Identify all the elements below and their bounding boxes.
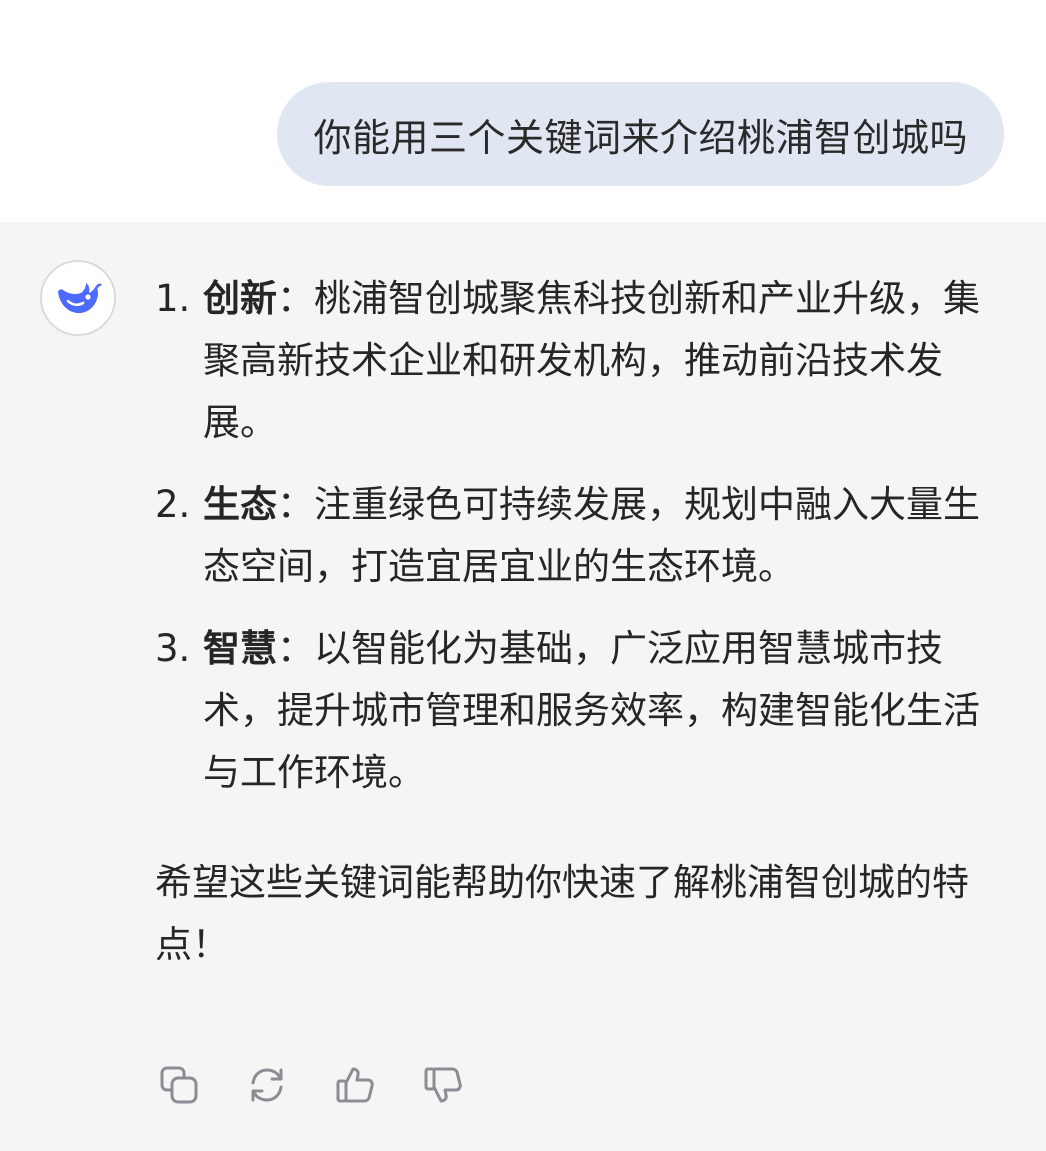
list-item-title: 生态 xyxy=(203,483,277,526)
user-message-bubble: 你能用三个关键词来介绍桃浦智创城吗 xyxy=(277,82,1004,186)
list-item-title: 智慧 xyxy=(203,627,277,670)
thumbs-down-button[interactable] xyxy=(422,1064,464,1106)
thumbs-down-icon xyxy=(424,1067,462,1103)
message-actions xyxy=(158,1064,464,1106)
list-item: 1. 创新：桃浦智创城聚焦科技创新和产业升级，集聚高新技术企业和研发机构，推动前… xyxy=(155,268,995,454)
list-item-number: 2. xyxy=(155,483,191,526)
list-item-body: 桃浦智创城聚焦科技创新和产业升级，集聚高新技术企业和研发机构，推动前沿技术发展。 xyxy=(203,277,980,444)
list-item-number: 3. xyxy=(155,627,191,670)
assistant-answer: 1. 创新：桃浦智创城聚焦科技创新和产业升级，集聚高新技术企业和研发机构，推动前… xyxy=(155,268,995,976)
assistant-message-area: 1. 创新：桃浦智创城聚焦科技创新和产业升级，集聚高新技术企业和研发机构，推动前… xyxy=(0,222,1046,1151)
regenerate-button[interactable] xyxy=(246,1064,288,1106)
assistant-avatar xyxy=(40,260,116,336)
copy-button[interactable] xyxy=(158,1064,200,1106)
list-item-separator: ： xyxy=(277,627,314,670)
list-item-title: 创新 xyxy=(203,277,277,320)
copy-icon xyxy=(160,1066,198,1104)
list-item-separator: ： xyxy=(277,483,314,526)
regenerate-icon xyxy=(251,1068,283,1102)
thumbs-up-button[interactable] xyxy=(334,1064,376,1106)
list-item-body: 注重绿色可持续发展，规划中融入大量生态空间，打造宜居宜业的生态环境。 xyxy=(203,483,980,588)
assistant-outro: 希望这些关键词能帮助你快速了解桃浦智创城的特点！ xyxy=(155,861,969,966)
thumbs-up-icon xyxy=(336,1067,374,1103)
deepseek-whale-icon xyxy=(58,283,102,314)
user-message-area: 你能用三个关键词来介绍桃浦智创城吗 xyxy=(0,0,1046,222)
user-message-text: 你能用三个关键词来介绍桃浦智创城吗 xyxy=(313,115,968,160)
list-item-separator: ： xyxy=(277,277,314,320)
list-item: 3. 智慧：以智能化为基础，广泛应用智慧城市技术，提升城市管理和服务效率，构建智… xyxy=(155,618,995,804)
list-item: 2. 生态：注重绿色可持续发展，规划中融入大量生态空间，打造宜居宜业的生态环境。 xyxy=(155,474,995,598)
list-item-number: 1. xyxy=(155,277,191,320)
list-item-body: 以智能化为基础，广泛应用智慧城市技术，提升城市管理和服务效率，构建智能化生活与工… xyxy=(203,627,980,794)
